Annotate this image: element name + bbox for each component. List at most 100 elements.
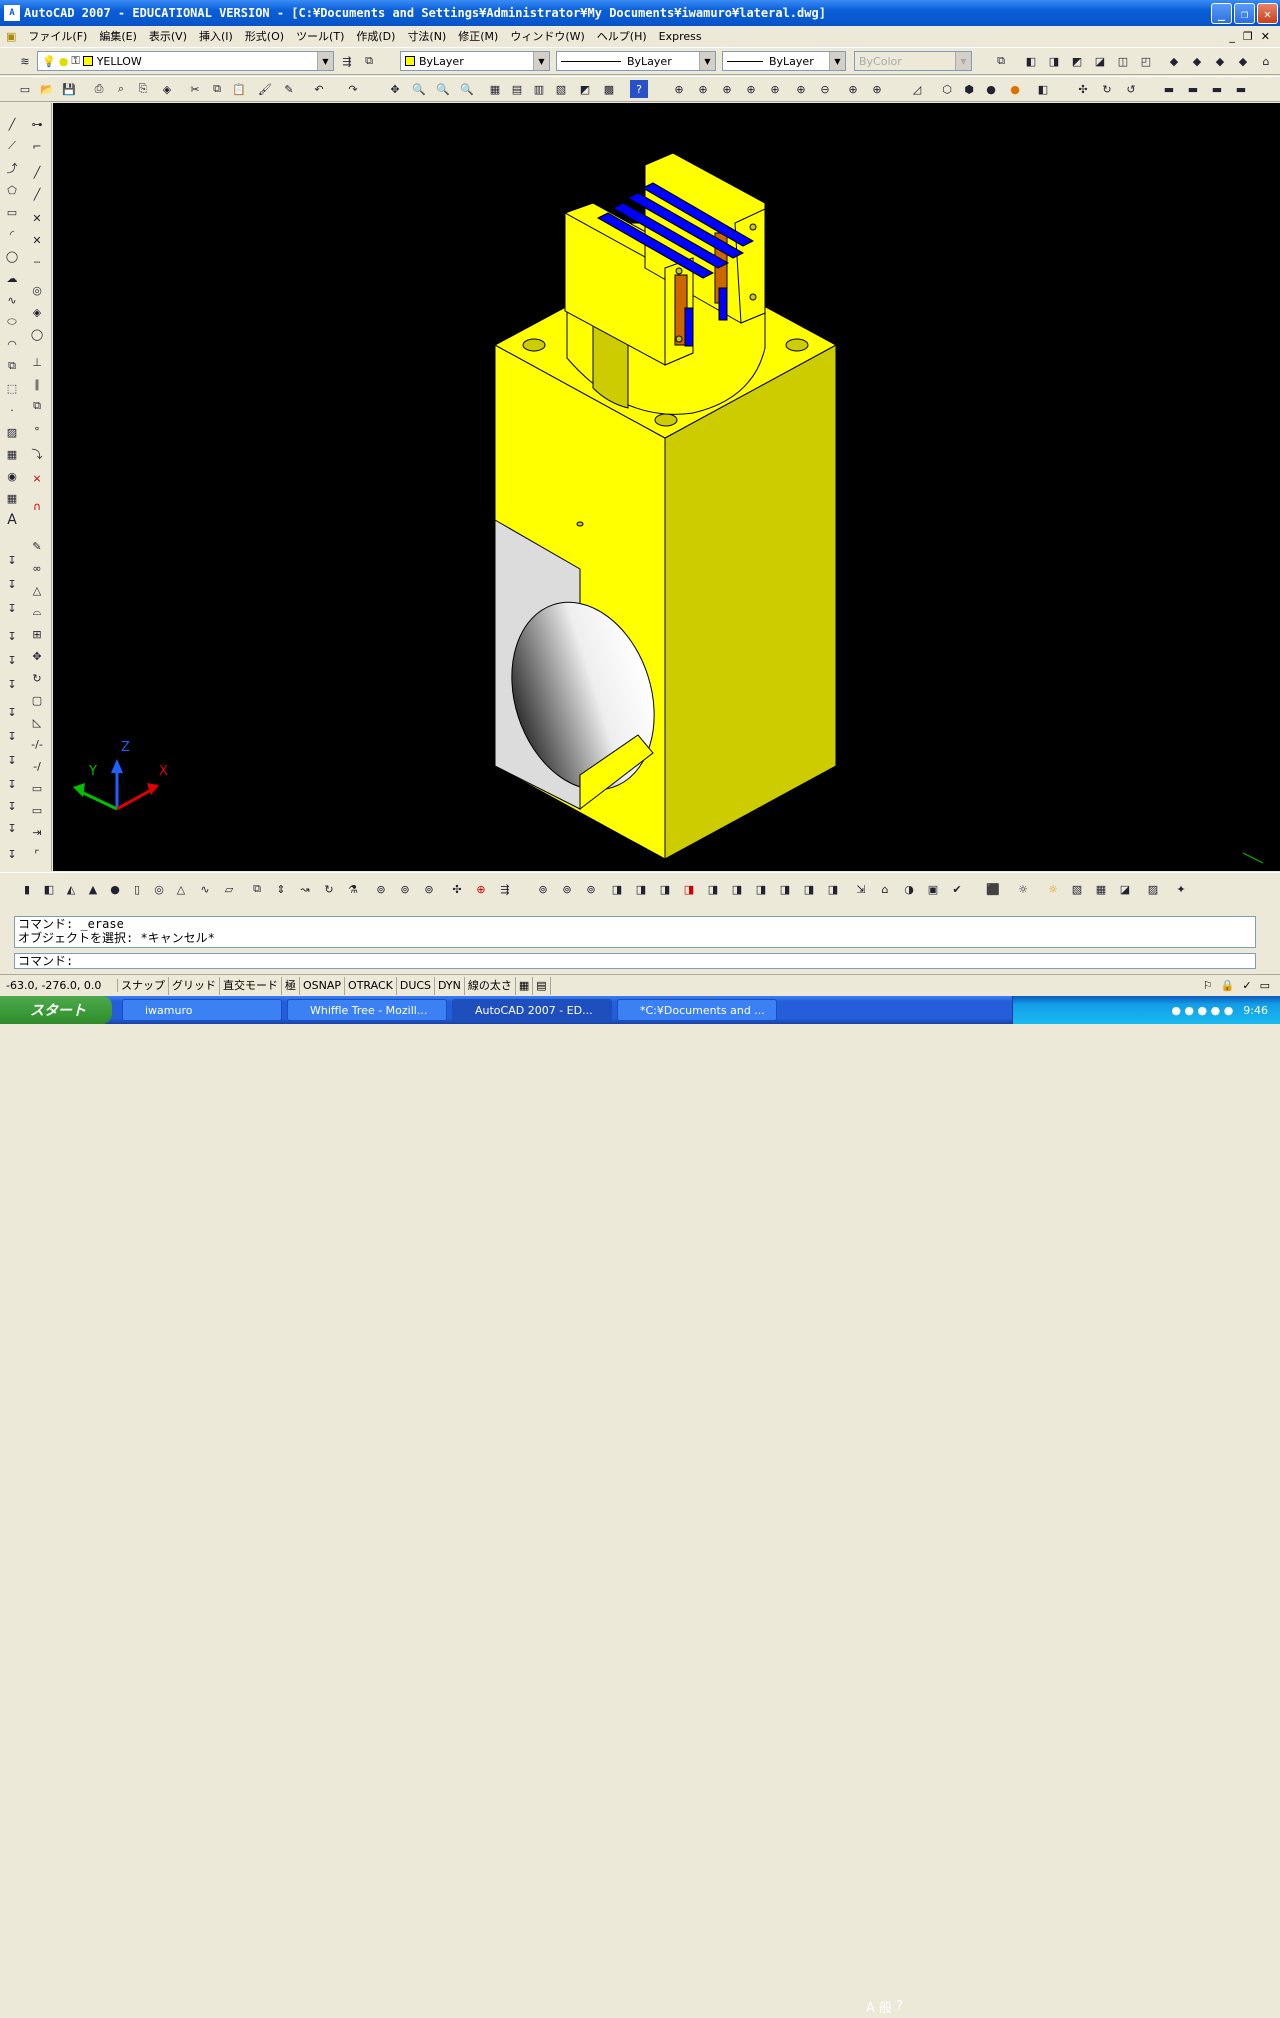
osnap-quadrant-icon[interactable]: ◈ [28, 303, 46, 321]
loft-icon[interactable]: ⚗ [344, 880, 362, 898]
ortho-toggle[interactable]: 直交モード [220, 976, 282, 995]
table-style-icon[interactable]: ▬ [1208, 80, 1226, 98]
doc-restore-button[interactable]: ❐ [1243, 30, 1253, 43]
lineweight-toggle[interactable]: 線の太さ [465, 976, 516, 995]
jogged-dim-icon[interactable]: ↧ [3, 675, 21, 693]
move-icon[interactable]: ✥ [28, 647, 46, 665]
offset-faces-icon[interactable]: ◨ [656, 880, 674, 898]
clean-screen-icon[interactable]: ▭ [1260, 979, 1270, 992]
layout-icon[interactable]: ▤ [533, 976, 551, 995]
menu-express[interactable]: Express [653, 30, 708, 43]
osnap-perpendicular-icon[interactable]: ⊥ [28, 353, 46, 371]
table-icon[interactable]: ▦ [3, 489, 21, 507]
extend-icon[interactable]: ✕ [28, 231, 46, 249]
3d-orbit-icon[interactable]: ✣ [1074, 80, 1092, 98]
osnap-tangent-icon[interactable]: ◯ [28, 325, 46, 343]
ime-mode[interactable]: A 般 [866, 1997, 892, 2016]
front-view-icon[interactable]: ◫ [1114, 52, 1132, 70]
solid-intersect-icon[interactable]: ⊚ [582, 880, 600, 898]
make-current-layer-icon[interactable]: ⇶ [338, 52, 356, 70]
rectangle-icon[interactable]: ▭ [3, 203, 21, 221]
union-icon[interactable]: ⊚ [372, 880, 390, 898]
osnap-center-icon[interactable]: ◎ [28, 281, 46, 299]
polyline-icon[interactable]: ⤴ [3, 159, 21, 177]
coordinate-readout[interactable]: -63.0, -276.0, 0.0 [0, 979, 118, 992]
arc-length-dim-icon[interactable]: ↧ [3, 599, 21, 617]
modify-link-icon[interactable]: ∞ [28, 559, 46, 577]
doc-minimize-button[interactable]: _ [1229, 30, 1235, 43]
menu-insert[interactable]: 挿入(I) [193, 28, 239, 44]
plot-preview-icon[interactable]: ⌕ [112, 80, 130, 98]
trim-3d-icon[interactable]: -/- [28, 735, 46, 753]
polysolid-icon[interactable]: ▮ [18, 880, 36, 898]
osnap-node-icon[interactable]: ∘ [28, 419, 46, 437]
command-line-input[interactable]: コマンド: [14, 953, 1256, 969]
right-view-icon[interactable]: ◪ [1091, 52, 1109, 70]
osnap-none-icon[interactable]: ⨯ [28, 469, 46, 487]
mirror-3d-icon[interactable]: △ [28, 581, 46, 599]
snap-toggle[interactable]: スナップ [118, 976, 169, 995]
conceptual-icon[interactable]: ● [1006, 80, 1024, 98]
menu-help[interactable]: ヘルプ(H) [591, 28, 653, 44]
menu-window[interactable]: ウィンドウ(W) [504, 28, 590, 44]
drawing-viewport[interactable]: Z Y X [53, 103, 1280, 871]
dim-style-icon[interactable]: ▬ [1160, 80, 1178, 98]
clean-icon[interactable]: ⌂ [876, 880, 894, 898]
hatch-icon[interactable]: ▨ [3, 423, 21, 441]
construction-line-icon[interactable]: ⟋ [3, 137, 21, 155]
ne-iso-icon[interactable]: ◆ [1211, 52, 1229, 70]
materials-icon[interactable]: ▧ [1068, 880, 1086, 898]
zoom-all-icon[interactable]: ⊕ [844, 80, 862, 98]
toolbar-lock-icon[interactable]: 🔒 [1221, 979, 1235, 992]
zoom-window-icon-2[interactable]: ⊕ [670, 80, 688, 98]
menu-file[interactable]: ファイル(F) [22, 28, 93, 44]
model-icon[interactable]: ▦ [516, 976, 534, 995]
fillet-icon[interactable]: ⌜ [28, 845, 46, 863]
circle-icon[interactable]: ◯ [3, 247, 21, 265]
text-style-icon[interactable]: ▬ [1184, 80, 1202, 98]
copy-edges-icon[interactable]: ◨ [800, 880, 818, 898]
move-faces-icon[interactable]: ◨ [632, 880, 650, 898]
dim-edit-icon[interactable]: ✎ [28, 537, 46, 555]
layer-dropdown[interactable]: 💡 ● ⚿ YELLOW ▼ [37, 51, 334, 71]
cylinder-icon[interactable]: ▯ [128, 880, 146, 898]
3d-align-icon[interactable]: ⇶ [496, 880, 514, 898]
stretch-icon[interactable]: ◺ [28, 713, 46, 731]
continue-dim-icon[interactable]: ↧ [3, 797, 21, 815]
se-iso-icon[interactable]: ◆ [1188, 52, 1206, 70]
sheet-set-icon[interactable]: ▧ [552, 80, 570, 98]
render-region-icon[interactable]: ▨ [1144, 880, 1162, 898]
task-firefox[interactable]: Whiffle Tree - Mozill... [287, 999, 447, 1021]
render-icon[interactable]: ⬛ [984, 880, 1002, 898]
help-icon[interactable]: ? [630, 80, 648, 98]
dyn-toggle[interactable]: DYN [435, 976, 465, 995]
zoom-extents-icon[interactable]: ⊕ [868, 80, 886, 98]
match-properties-icon[interactable]: 🖌 [256, 80, 274, 98]
sun-properties-icon[interactable]: ☼ [1044, 880, 1062, 898]
copy-icon[interactable]: ⧉ [208, 80, 226, 98]
radius-dim-icon[interactable]: ↧ [3, 651, 21, 669]
taper-faces-icon[interactable]: ◨ [728, 880, 746, 898]
3d-rotate-icon[interactable]: ⊕ [472, 880, 490, 898]
pyramid-icon[interactable]: △ [172, 880, 190, 898]
osnap-insert-icon[interactable]: ⧉ [28, 397, 46, 415]
nw-iso-icon[interactable]: ◆ [1234, 52, 1252, 70]
zoom-dynamic-icon[interactable]: ⊕ [694, 80, 712, 98]
point-icon[interactable]: · [3, 401, 21, 419]
chevron-down-icon[interactable]: ▼ [317, 52, 333, 70]
3d-hidden-icon[interactable]: ⬢ [960, 80, 978, 98]
otrack-toggle[interactable]: OTRACK [345, 976, 397, 995]
open-file-icon[interactable]: 📂 [38, 80, 56, 98]
ordinate-dim-icon[interactable]: ↧ [3, 627, 21, 645]
linear-dim-icon[interactable]: ↧ [3, 551, 21, 569]
scale-icon[interactable]: ▢ [28, 691, 46, 709]
spline-icon[interactable]: ∿ [3, 291, 21, 309]
properties-icon[interactable]: ▦ [486, 80, 504, 98]
zoom-center-icon[interactable]: ⊕ [742, 80, 760, 98]
subtract-icon[interactable]: ⊚ [396, 880, 414, 898]
menu-modify[interactable]: 修正(M) [452, 28, 504, 44]
rotate-icon[interactable]: ↻ [28, 669, 46, 687]
lineweight-dropdown[interactable]: ByLayer ▼ [722, 51, 846, 71]
center-mark-icon[interactable]: ↧ [3, 845, 21, 863]
publish-icon[interactable]: ⎘ [134, 80, 152, 98]
